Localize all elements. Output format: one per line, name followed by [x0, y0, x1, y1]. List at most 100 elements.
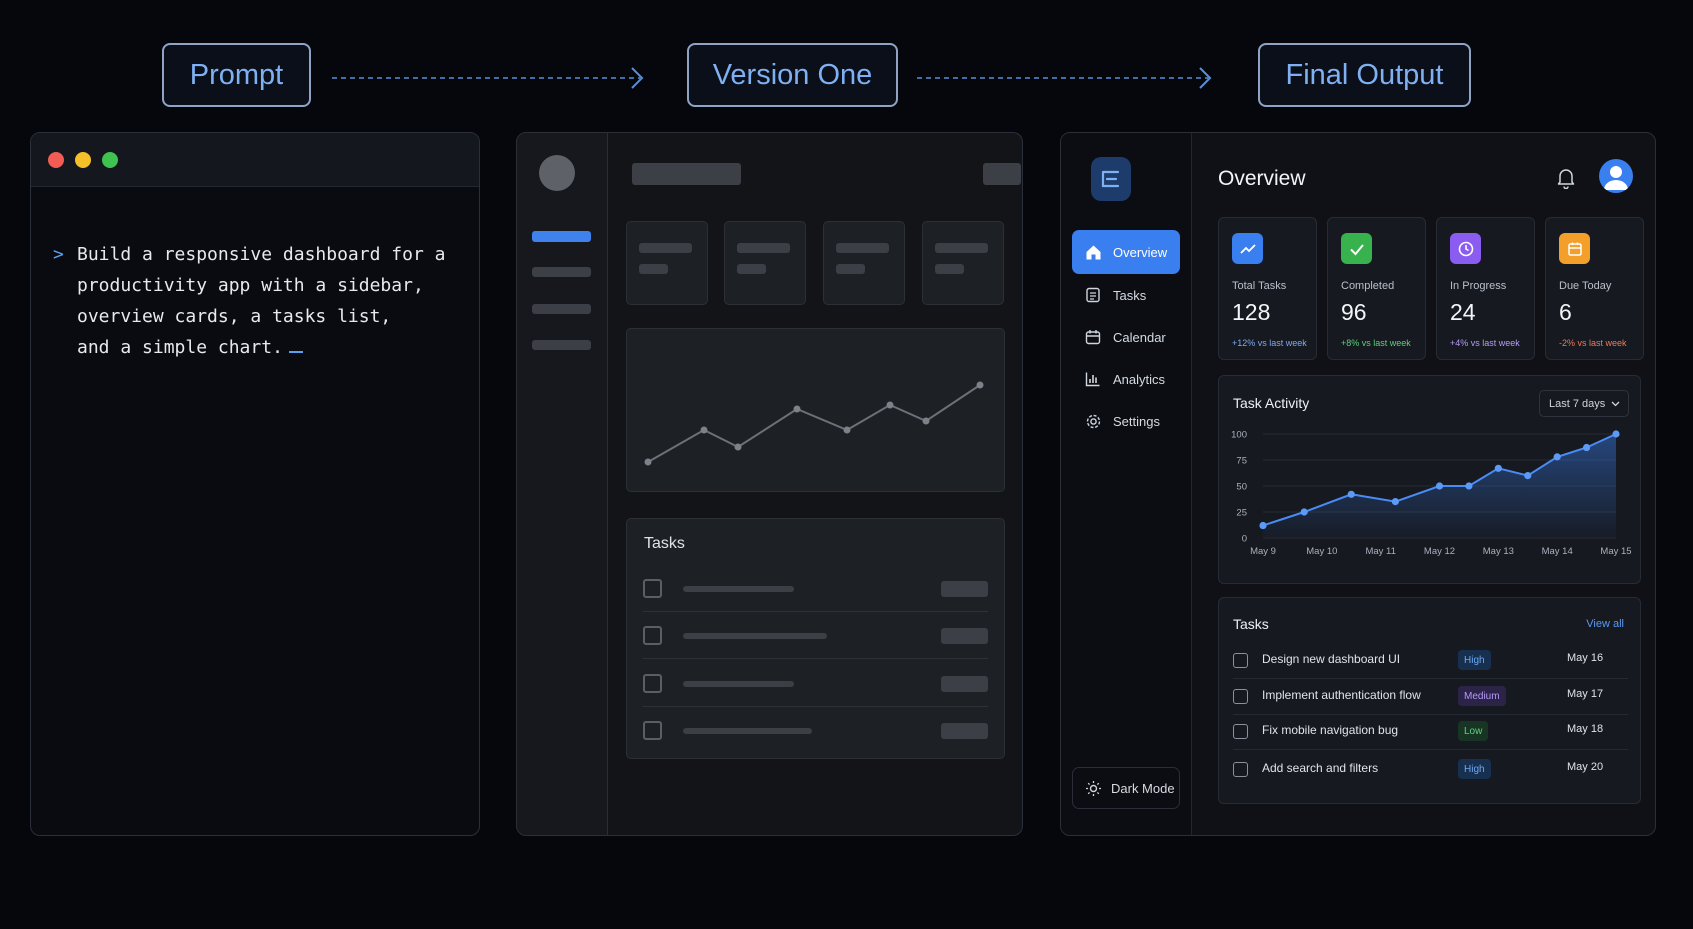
chart-point: [1524, 472, 1532, 480]
tasks-title: Tasks: [1233, 616, 1269, 632]
wireframe-checkbox: [643, 626, 662, 645]
wireframe-nav-item: [532, 304, 591, 314]
stat-value: 6: [1559, 299, 1572, 325]
task-name: Implement authentication flow: [1262, 688, 1421, 702]
tasks-icon: [1084, 286, 1102, 304]
wireframe-card: [626, 221, 708, 305]
close-dot[interactable]: [48, 151, 64, 168]
prompt-line: overview cards, a tasks list,: [77, 306, 392, 327]
dark-mode-toggle[interactable]: Dark Mode: [1072, 767, 1180, 809]
wireframe-line-chart: [644, 381, 984, 466]
range-select-value: Last 7 days: [1549, 397, 1606, 410]
task-date: May 18: [1567, 723, 1604, 735]
sidebar-item-settings[interactable]: Settings: [1072, 399, 1180, 443]
task-name: Add search and filters: [1262, 761, 1379, 775]
wireframe-card: [724, 221, 806, 305]
chart-point: [1391, 498, 1399, 506]
task-row[interactable]: Add search and filters High May 20: [1233, 750, 1628, 788]
sidebar-item-analytics[interactable]: Analytics: [1072, 357, 1180, 401]
stat-delta: +8% vs last week: [1341, 338, 1411, 348]
stat-card-due-today: Due Today 6 -2% vs last week: [1545, 217, 1644, 360]
logo-icon: [1101, 170, 1120, 188]
clock-icon: [1450, 233, 1481, 264]
x-tick-label: May 14: [1542, 546, 1573, 557]
sidebar-item-tasks[interactable]: Tasks: [1072, 273, 1180, 317]
chart-point: [1347, 490, 1355, 498]
task-checkbox[interactable]: [1233, 653, 1248, 668]
range-select[interactable]: Last 7 days: [1539, 390, 1629, 417]
terminal-titlebar: [31, 133, 479, 187]
gear-icon: [1084, 412, 1102, 430]
chart-title: Task Activity: [1233, 395, 1310, 411]
wireframe-title: [632, 163, 741, 185]
stat-delta: +12% vs last week: [1232, 338, 1307, 348]
task-activity-card: Task Activity Last 7 days 0 25 50 75 100 May…: [1218, 375, 1641, 584]
stat-value: 128: [1232, 299, 1271, 325]
task-row[interactable]: Fix mobile navigation bug Low May 18: [1233, 712, 1628, 750]
prompt-line: productivity app with a sidebar,: [77, 275, 424, 296]
arrow-prompt-to-v1: [332, 67, 644, 89]
label-prompt: Prompt: [162, 43, 311, 107]
wireframe-tasks-title: Tasks: [644, 535, 685, 552]
chart-point: [1612, 430, 1620, 438]
text-cursor: [288, 351, 303, 353]
x-tick-label: May 12: [1424, 546, 1455, 557]
chevron-down-icon: [1611, 401, 1620, 406]
y-tick-label: 0: [1242, 534, 1247, 545]
sidebar-item-calendar[interactable]: Calendar: [1072, 315, 1180, 359]
task-row[interactable]: Design new dashboard UI High May 16: [1233, 641, 1628, 679]
priority-badge: High: [1458, 650, 1491, 670]
wireframe-checkbox: [643, 579, 662, 598]
task-checkbox[interactable]: [1233, 689, 1248, 704]
priority-badge: Low: [1458, 721, 1489, 741]
tasks-card: Tasks View all Design new dashboard UI H…: [1218, 597, 1641, 804]
task-name: Fix mobile navigation bug: [1262, 723, 1399, 737]
prompt-terminal: > Build a responsive dashboard for a pro…: [30, 132, 480, 836]
task-date: May 17: [1567, 688, 1604, 700]
task-checkbox[interactable]: [1233, 724, 1248, 739]
stat-card-in-progress: In Progress 24 +4% vs last week: [1436, 217, 1535, 360]
stat-value: 24: [1450, 299, 1476, 325]
sidebar-item-label: Calendar: [1113, 329, 1166, 345]
wireframe-tasks: Tasks: [626, 518, 1005, 759]
main-content: Overview Total Tasks 128 +12% vs last we…: [1192, 133, 1655, 835]
wireframe-header-button: [983, 163, 1021, 185]
analytics-icon: [1084, 370, 1102, 388]
version-one-wireframe: Tasks: [516, 132, 1023, 836]
bell-icon[interactable]: [1556, 167, 1576, 189]
home-icon: [1084, 243, 1102, 261]
priority-badge: High: [1458, 759, 1491, 779]
task-row[interactable]: Implement authentication flow Medium May…: [1233, 677, 1628, 715]
wireframe-checkbox: [643, 674, 662, 693]
page-title: Overview: [1218, 167, 1306, 190]
wireframe-task-row: [643, 660, 988, 707]
task-name: Design new dashboard UI: [1262, 652, 1401, 666]
x-tick-label: May 13: [1483, 546, 1514, 557]
stat-delta: -2% vs last week: [1559, 338, 1627, 348]
label-final-output: Final Output: [1258, 43, 1471, 107]
x-tick-label: May 9: [1250, 546, 1276, 557]
x-tick-label: May 10: [1306, 546, 1337, 557]
avatar[interactable]: [1599, 159, 1633, 193]
chart-point: [1494, 464, 1502, 472]
wireframe-task-row: [643, 707, 988, 754]
sidebar-item-label: Analytics: [1113, 371, 1166, 387]
arrow-v1-to-final: [917, 67, 1212, 89]
calendar-icon: [1084, 328, 1102, 346]
minimize-dot[interactable]: [75, 151, 91, 168]
y-tick-label: 100: [1231, 430, 1247, 441]
stat-label: In Progress: [1450, 280, 1507, 292]
chart-point: [1300, 508, 1308, 516]
task-checkbox[interactable]: [1233, 762, 1248, 777]
sidebar-item-overview[interactable]: Overview: [1072, 230, 1180, 274]
sidebar-item-label: Overview: [1113, 244, 1168, 260]
x-tick-label: May 11: [1365, 546, 1395, 557]
app-logo[interactable]: [1091, 157, 1131, 201]
chart-point: [1553, 453, 1561, 461]
view-all-link[interactable]: View all: [1586, 618, 1624, 630]
y-tick-label: 25: [1236, 508, 1247, 519]
maximize-dot[interactable]: [102, 151, 118, 168]
wireframe-task-row: [643, 565, 988, 612]
task-date: May 16: [1567, 652, 1604, 664]
stat-delta: +4% vs last week: [1450, 338, 1520, 348]
